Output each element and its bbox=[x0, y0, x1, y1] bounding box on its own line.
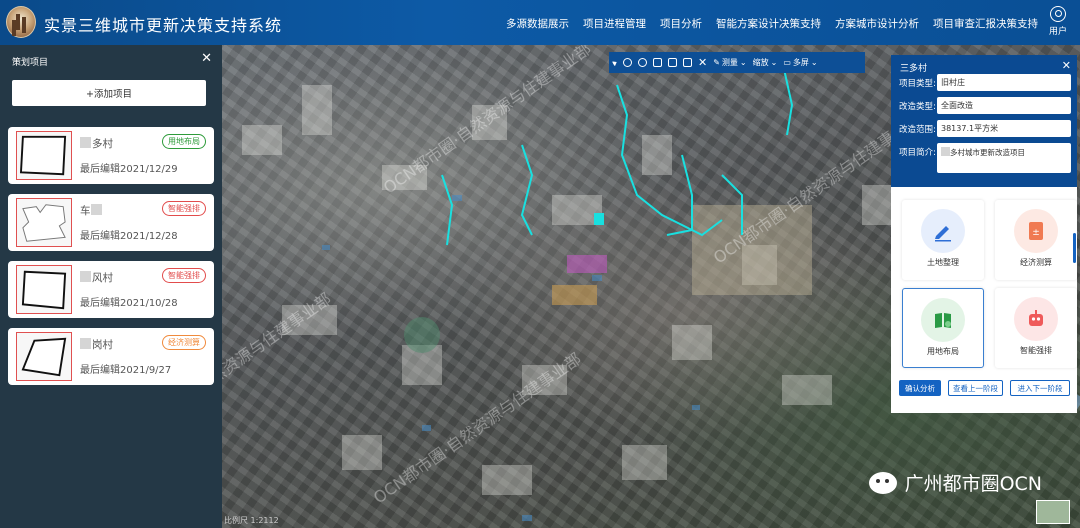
project-detail-panel: 三多村 ✕ 项目类型: 旧村庄 改造类型: 全面改造 改造范围: 38137.1… bbox=[891, 55, 1077, 413]
project-name: 多村 bbox=[80, 136, 113, 151]
book-icon bbox=[921, 298, 965, 342]
function-label: 经济测算 bbox=[1020, 258, 1052, 267]
previous-stage-button[interactable]: 查看上一阶段 bbox=[948, 380, 1003, 396]
globe-icon[interactable] bbox=[638, 58, 647, 67]
robot-icon bbox=[1014, 297, 1058, 341]
project-thumbnail bbox=[16, 265, 72, 314]
project-card[interactable]: 风村 最后编辑2021/10/28 智能强排 bbox=[8, 261, 214, 318]
function-label: 智能强排 bbox=[1020, 346, 1052, 355]
project-intro-field[interactable]: 多村城市更新改造项目 bbox=[937, 143, 1071, 173]
smart-layout-button[interactable]: 智能强排 bbox=[995, 288, 1077, 368]
project-sidebar: 策划项目 ✕ +添加项目 多村 最后编辑2021/12/29 用地布局 车 最后… bbox=[0, 45, 222, 528]
add-project-button[interactable]: +添加项目 bbox=[12, 80, 206, 106]
field-label: 项目类型: bbox=[899, 79, 936, 89]
land-layout-button[interactable]: 用地布局 bbox=[902, 288, 984, 368]
status-badge: 智能强排 bbox=[162, 268, 206, 283]
project-info-header: 三多村 ✕ 项目类型: 旧村庄 改造类型: 全面改造 改造范围: 38137.1… bbox=[891, 55, 1077, 187]
project-thumbnail bbox=[16, 198, 72, 247]
status-badge: 经济测算 bbox=[162, 335, 206, 350]
calculator-icon: ± bbox=[1014, 209, 1058, 253]
function-label: 土地整理 bbox=[927, 258, 959, 267]
map-toolbar: ✕ ✎ 测量 ⌄ 缩放 ⌄ ▭ 多屏 ⌄ bbox=[609, 52, 865, 73]
project-name: 车 bbox=[80, 203, 103, 218]
info-icon[interactable] bbox=[623, 58, 632, 67]
project-date: 最后编辑2021/9/27 bbox=[80, 365, 172, 376]
project-card[interactable]: 车 最后编辑2021/12/28 智能强排 bbox=[8, 194, 214, 251]
renovation-type-field[interactable]: 全面改造 bbox=[937, 97, 1071, 114]
field-label: 项目简介: bbox=[899, 148, 936, 158]
sidebar-title: 策划项目 bbox=[12, 58, 49, 68]
brand-mark: 广州都市圈OCN bbox=[868, 469, 1042, 496]
app-title: 实景三维城市更新决策支持系统 bbox=[44, 16, 283, 35]
split-label: 多屏 bbox=[792, 58, 809, 67]
project-date: 最后编辑2021/12/28 bbox=[80, 231, 178, 242]
nav-item-smart-design[interactable]: 智能方案设计决策支持 bbox=[716, 16, 821, 31]
user-menu[interactable]: 用户 bbox=[1044, 6, 1072, 37]
zoom-dropdown[interactable]: 缩放 ⌄ bbox=[753, 57, 778, 68]
split-screen-dropdown[interactable]: ▭ 多屏 ⌄ bbox=[783, 57, 817, 68]
app-header: 实景三维城市更新决策支持系统 多源数据展示 项目进程管理 项目分析 智能方案设计… bbox=[0, 0, 1080, 45]
status-badge: 用地布局 bbox=[162, 134, 206, 149]
app-logo bbox=[6, 6, 36, 38]
svg-text:±: ± bbox=[1032, 228, 1040, 238]
project-name: 岗村 bbox=[80, 337, 113, 352]
project-type-field[interactable]: 旧村庄 bbox=[937, 74, 1071, 91]
confirm-analysis-button[interactable]: 确认分析 bbox=[899, 380, 941, 396]
main-nav: 多源数据展示 项目进程管理 项目分析 智能方案设计决策支持 方案城市设计分析 项… bbox=[506, 16, 1038, 31]
land-consolidation-button[interactable]: 土地整理 bbox=[902, 200, 984, 280]
project-title: 三多村 bbox=[900, 64, 928, 74]
user-label: 用户 bbox=[1048, 27, 1067, 37]
close-icon[interactable]: ✕ bbox=[1062, 59, 1071, 72]
nav-item-project-analysis[interactable]: 项目分析 bbox=[660, 16, 702, 31]
status-badge: 智能强排 bbox=[162, 201, 206, 216]
close-x-icon[interactable]: ✕ bbox=[698, 57, 707, 68]
project-thumbnail bbox=[16, 131, 72, 180]
nav-item-project-progress[interactable]: 项目进程管理 bbox=[583, 16, 646, 31]
pen-icon bbox=[921, 209, 965, 253]
close-icon[interactable]: ✕ bbox=[201, 51, 212, 66]
pointer-icon[interactable] bbox=[611, 58, 619, 67]
field-label: 改造类型: bbox=[899, 102, 936, 112]
scrollbar-thumb[interactable] bbox=[1073, 233, 1076, 263]
nav-item-urban-design[interactable]: 方案城市设计分析 bbox=[835, 16, 919, 31]
layers-icon[interactable] bbox=[668, 58, 677, 67]
measure-label: 测量 bbox=[721, 58, 738, 67]
project-thumbnail bbox=[16, 332, 72, 381]
project-card[interactable]: 多村 最后编辑2021/12/29 用地布局 bbox=[8, 127, 214, 184]
function-label: 用地布局 bbox=[927, 347, 959, 356]
scale-readout: 比例尺 1:2112 bbox=[224, 516, 279, 525]
zoom-label: 缩放 bbox=[752, 58, 769, 67]
minimap[interactable] bbox=[1036, 500, 1070, 524]
nav-item-data-display[interactable]: 多源数据展示 bbox=[506, 16, 569, 31]
field-label: 改造范围: bbox=[899, 125, 936, 135]
project-date: 最后编辑2021/12/29 bbox=[80, 164, 178, 175]
renovation-area-field[interactable]: 38137.1平方米 bbox=[937, 120, 1071, 137]
project-name: 风村 bbox=[80, 270, 113, 285]
trash-icon[interactable] bbox=[653, 58, 662, 67]
brand-text: 广州都市圈OCN bbox=[904, 473, 1042, 495]
user-icon bbox=[1050, 6, 1066, 22]
project-date: 最后编辑2021/10/28 bbox=[80, 298, 178, 309]
nav-item-review-report[interactable]: 项目审查汇报决策支持 bbox=[933, 16, 1038, 31]
economic-calculation-button[interactable]: ± 经济测算 bbox=[995, 200, 1077, 280]
project-card[interactable]: 岗村 最后编辑2021/9/27 经济测算 bbox=[8, 328, 214, 385]
wechat-icon bbox=[868, 471, 897, 494]
measure-dropdown[interactable]: ✎ 测量 ⌄ bbox=[713, 57, 746, 68]
next-stage-button[interactable]: 进入下一阶段 bbox=[1010, 380, 1070, 396]
building-icon[interactable] bbox=[683, 58, 692, 67]
